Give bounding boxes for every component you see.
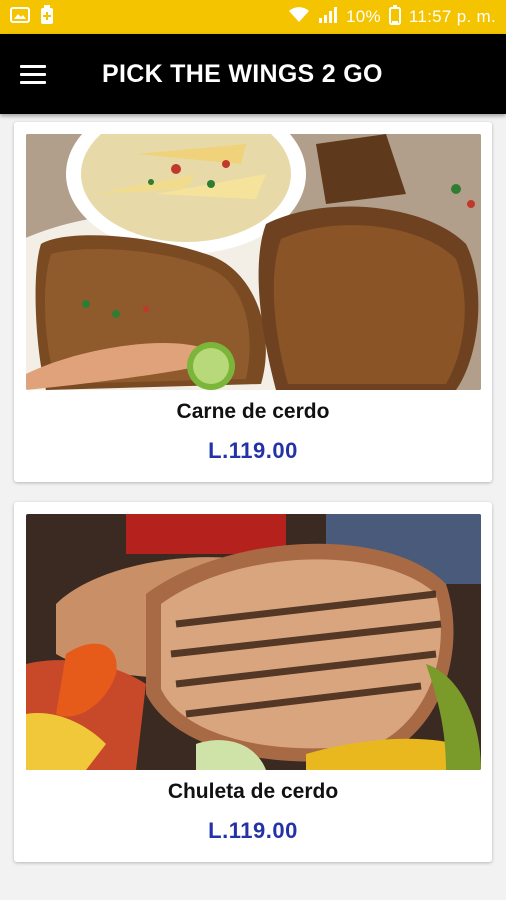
product-name: Carne de cerdo xyxy=(176,400,330,423)
product-card[interactable]: Chuleta de cerdo L.119.00 xyxy=(14,502,492,862)
app-bar: PICK THE WINGS 2 GO xyxy=(0,34,506,114)
image-icon xyxy=(10,6,30,29)
status-bar: 10% 11:57 p. m. xyxy=(0,0,506,34)
product-card[interactable]: Carne de cerdo L.119.00 xyxy=(14,122,492,482)
product-list[interactable]: Carne de cerdo L.119.00 Chuleta de cerdo… xyxy=(0,114,506,900)
product-price: L.119.00 xyxy=(208,818,298,843)
product-image xyxy=(26,514,481,770)
battery-icon xyxy=(388,4,401,30)
battery-percent: 10% xyxy=(345,7,381,26)
menu-icon[interactable] xyxy=(20,34,76,114)
clock: 11:57 p. m. xyxy=(408,7,496,26)
product-image xyxy=(26,134,481,390)
battery-saver-icon xyxy=(40,4,54,30)
signal-icon xyxy=(318,6,338,29)
wifi-icon xyxy=(288,6,310,29)
app-title: PICK THE WINGS 2 GO xyxy=(102,59,383,88)
product-name: Chuleta de cerdo xyxy=(167,780,339,803)
product-price: L.119.00 xyxy=(208,438,298,463)
